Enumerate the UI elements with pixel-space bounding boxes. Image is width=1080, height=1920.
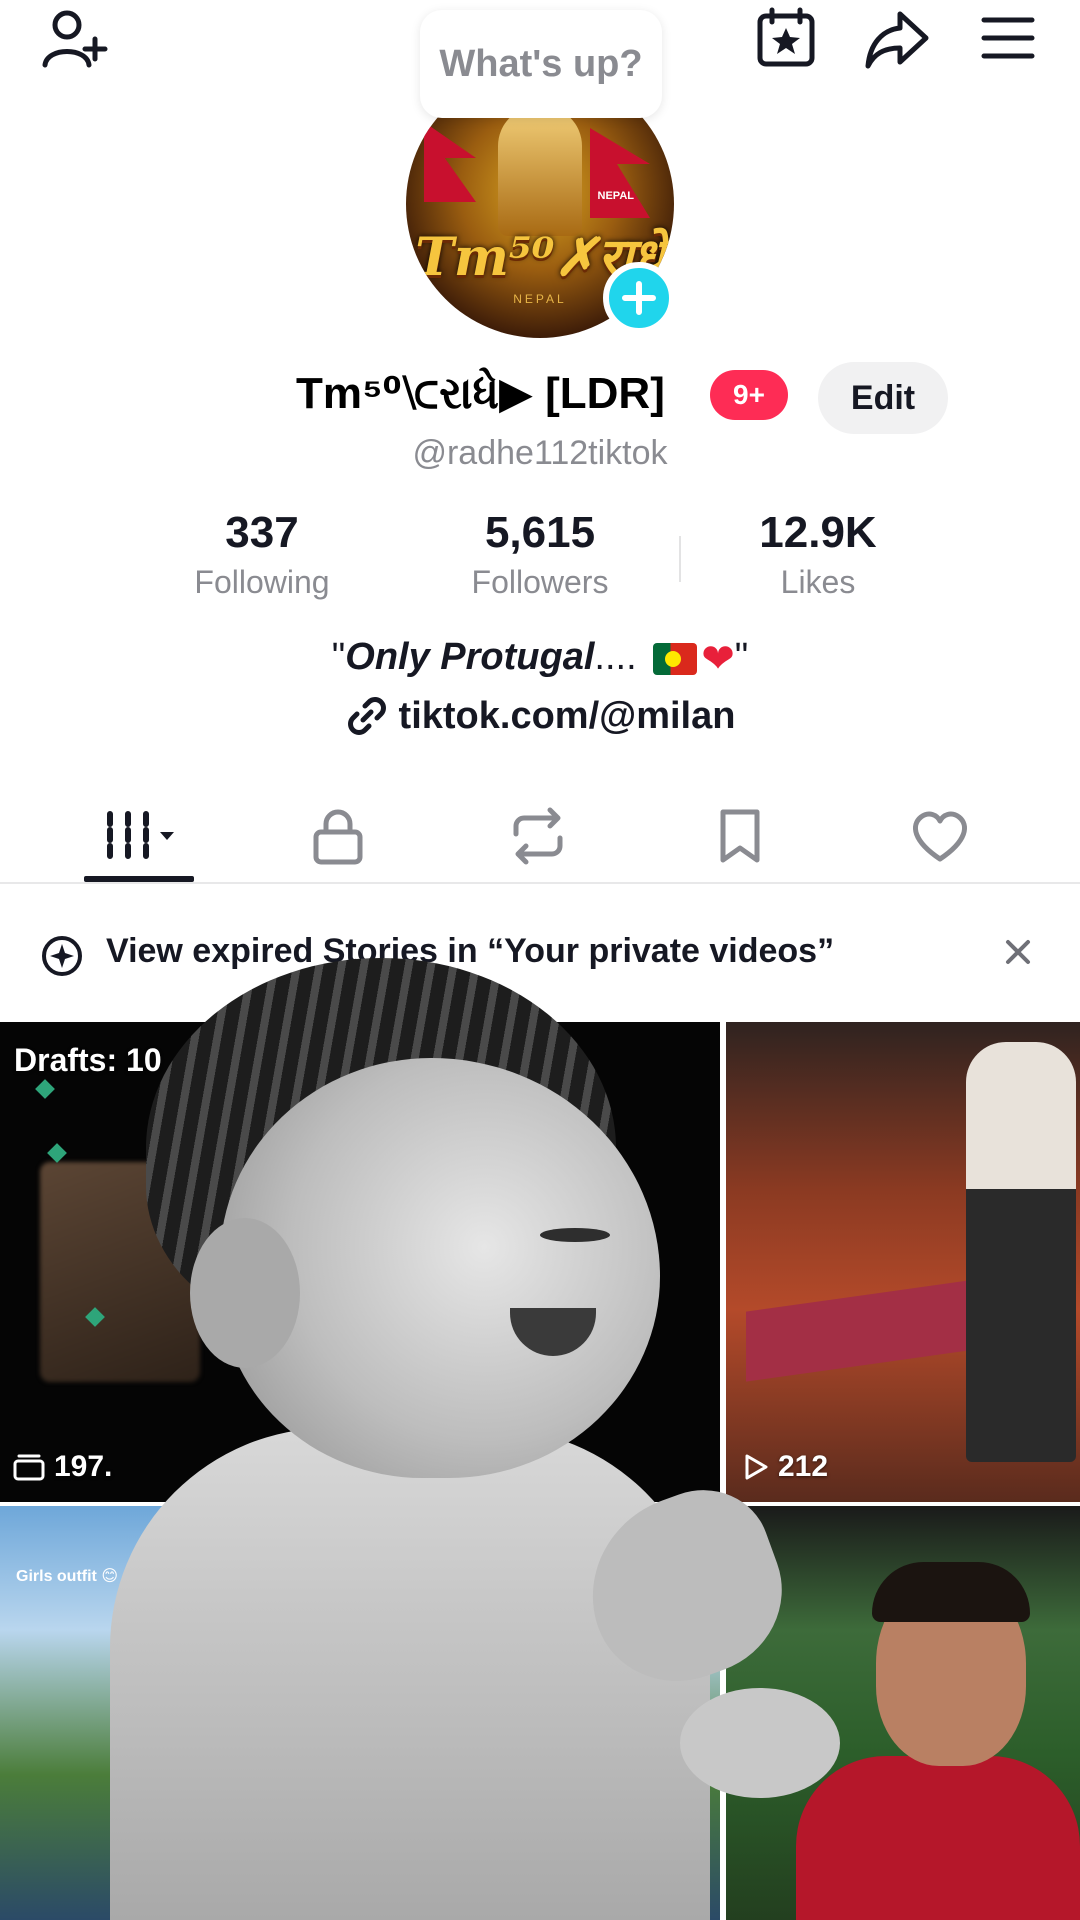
menu-icon[interactable] bbox=[976, 6, 1040, 70]
profile-tabs bbox=[0, 790, 1080, 884]
username: @radhe112tiktok bbox=[412, 434, 668, 472]
cell1-views: 197. bbox=[12, 1450, 112, 1484]
thumbnail-shirt bbox=[796, 1756, 1080, 1920]
banner-text: View expired Stories in “Your private vi… bbox=[106, 932, 835, 970]
close-icon[interactable] bbox=[1000, 934, 1036, 975]
sparkle-dot bbox=[47, 1143, 67, 1163]
add-friend-icon[interactable] bbox=[38, 4, 110, 76]
bio-open-quote: " bbox=[331, 636, 346, 679]
link-icon bbox=[347, 697, 386, 735]
bio-ellipsis: .... bbox=[594, 636, 637, 679]
stat-followers[interactable]: 5,615 Followers bbox=[420, 508, 660, 601]
bio: "Only Protugal.... ❤" bbox=[0, 636, 1080, 682]
cell2-views: 212 bbox=[742, 1450, 828, 1484]
heart-icon bbox=[913, 811, 967, 862]
tab-favorites[interactable] bbox=[680, 790, 800, 882]
status-prompt-text: What's up? bbox=[439, 42, 643, 85]
portugal-flag-icon bbox=[653, 643, 698, 675]
avatar-figure bbox=[498, 106, 582, 236]
stat-likes[interactable]: 12.9K Likes bbox=[698, 508, 938, 601]
plus-icon bbox=[622, 281, 656, 315]
play-icon bbox=[745, 1454, 768, 1480]
likes-label: Likes bbox=[780, 564, 856, 600]
draft-thumbnail bbox=[40, 1162, 200, 1382]
bio-link[interactable]: tiktok.com/@milan bbox=[0, 694, 1080, 738]
grid-bars-icon bbox=[107, 811, 174, 861]
bio-text: Only Protugal bbox=[345, 636, 595, 679]
notification-badge[interactable]: 9+ bbox=[710, 370, 788, 420]
tab-private[interactable] bbox=[278, 790, 398, 882]
collection-icon bbox=[13, 1454, 45, 1481]
nepal-flag-right bbox=[590, 128, 650, 218]
video-cell[interactable] bbox=[726, 1506, 1080, 1920]
followers-label: Followers bbox=[471, 564, 609, 600]
stat-following[interactable]: 337 Following bbox=[142, 508, 382, 601]
stats-divider bbox=[679, 536, 681, 582]
heart-emoji-icon: ❤ bbox=[701, 637, 735, 681]
video-grid: Drafts: 10 197. 212 Girls outfit 😊 bbox=[0, 1022, 1080, 1920]
display-name: Tm⁵⁰⟈રાધે▶ [LDR] bbox=[296, 369, 665, 418]
following-label: Following bbox=[194, 564, 330, 600]
following-count: 337 bbox=[225, 508, 299, 557]
active-tab-indicator bbox=[84, 876, 194, 882]
followers-count: 5,615 bbox=[484, 508, 596, 557]
video-cell[interactable]: Girls outfit 😊 bbox=[0, 1506, 720, 1920]
drafts-label: Drafts: 10 bbox=[14, 1042, 162, 1078]
cell1-views-count: 197. bbox=[54, 1450, 113, 1483]
stories-icon bbox=[40, 934, 84, 983]
nepal-flag-left bbox=[424, 122, 476, 202]
sparkle-dot bbox=[35, 1079, 55, 1099]
tab-reposts[interactable] bbox=[478, 790, 598, 882]
creator-calendar-icon[interactable] bbox=[752, 4, 820, 72]
drafts-cell[interactable]: Drafts: 10 197. bbox=[0, 1022, 720, 1502]
status-prompt-bubble[interactable]: What's up? bbox=[420, 10, 662, 118]
thumbnail-person bbox=[966, 1042, 1076, 1462]
thumbnail-hair bbox=[872, 1562, 1030, 1622]
cell2-views-count: 212 bbox=[778, 1450, 829, 1483]
bio-link-text: tiktok.com/@milan bbox=[398, 694, 736, 737]
likes-count: 12.9K bbox=[759, 508, 877, 557]
name-row: Tm⁵⁰⟈રાધે▶ [LDR] 9+ Edit bbox=[0, 362, 1080, 434]
bio-close-quote: " bbox=[734, 636, 749, 679]
lock-icon bbox=[313, 809, 363, 865]
repost-icon bbox=[513, 807, 563, 865]
avatar-flag-text: NEPAL bbox=[597, 190, 634, 202]
add-story-button[interactable] bbox=[603, 262, 675, 334]
cell3-caption: Girls outfit 😊 bbox=[16, 1568, 119, 1585]
tab-videos[interactable] bbox=[80, 790, 200, 882]
expired-stories-banner[interactable]: View expired Stories in “Your private vi… bbox=[0, 914, 1080, 990]
bookmark-icon bbox=[720, 809, 760, 863]
profile-stats: 337 Following 5,615 Followers 12.9K Like… bbox=[0, 508, 1080, 608]
top-bar: What's up? bbox=[0, 0, 1080, 118]
share-icon[interactable] bbox=[862, 4, 932, 74]
edit-profile-button[interactable]: Edit bbox=[818, 362, 948, 434]
video-cell[interactable]: 212 bbox=[726, 1022, 1080, 1502]
tab-liked[interactable] bbox=[880, 790, 1000, 882]
